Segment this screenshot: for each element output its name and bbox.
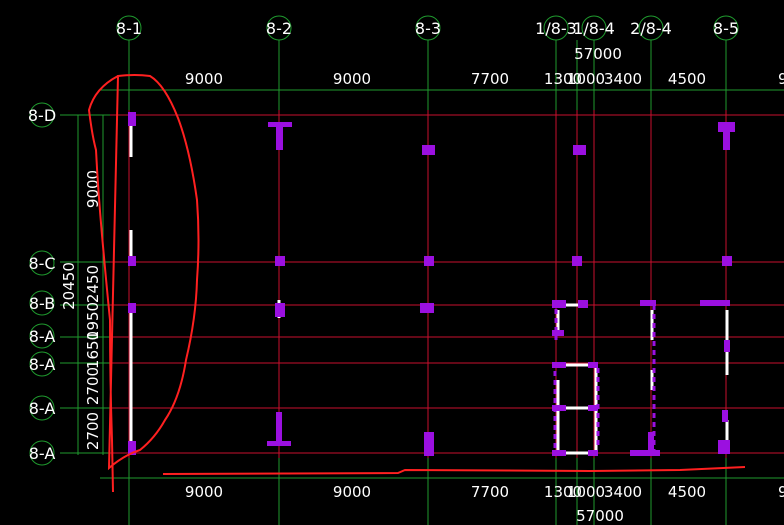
axis-bubble[interactable]: 1/8-3 <box>535 15 577 41</box>
axis-label: 8-2 <box>266 19 292 38</box>
column[interactable] <box>552 300 566 308</box>
column[interactable] <box>276 126 283 150</box>
dimension-value: 3400 <box>604 483 642 501</box>
column[interactable] <box>276 412 282 442</box>
column[interactable] <box>275 303 285 317</box>
dimension-value: 2700 <box>84 412 102 450</box>
dimension-value: 9 <box>778 70 784 88</box>
column[interactable] <box>573 145 586 155</box>
dimension-value: 9000 <box>333 70 371 88</box>
column[interactable] <box>588 450 598 456</box>
column[interactable] <box>578 300 588 308</box>
column[interactable] <box>552 450 566 456</box>
column[interactable] <box>128 303 136 313</box>
dimension-value: 1650 <box>84 331 102 369</box>
dimension-text-top: 57000 9000 9000 7700 1300 1000 3400 4500… <box>185 45 784 88</box>
axis-bubble[interactable]: 8-1 <box>116 15 142 41</box>
axis-label: 8-A <box>29 355 56 374</box>
column[interactable] <box>128 112 136 126</box>
axis-bubble[interactable]: 1/8-4 <box>573 15 615 41</box>
column[interactable] <box>700 300 730 306</box>
axis-label: 8-3 <box>415 19 441 38</box>
column[interactable] <box>718 440 730 454</box>
column[interactable] <box>572 256 582 266</box>
axis-bubble[interactable]: 8-A <box>29 323 56 349</box>
dimension-value: 3400 <box>604 70 642 88</box>
column[interactable] <box>722 410 728 422</box>
walls <box>129 125 729 455</box>
axis-bubble[interactable]: 8-B <box>29 290 55 316</box>
dimension-value: 1000 <box>567 70 605 88</box>
column[interactable] <box>630 450 660 456</box>
column[interactable] <box>552 330 564 336</box>
axis-label: 8-A <box>29 327 56 346</box>
column[interactable] <box>275 256 285 266</box>
dimension-value: 7700 <box>471 483 509 501</box>
axis-grid-lines <box>110 110 784 458</box>
dimension-total-top: 57000 <box>574 45 622 63</box>
dimension-total-bottom: 57000 <box>576 507 624 525</box>
axis-bubble[interactable]: 8-A <box>29 440 56 466</box>
dimension-value: 2700 <box>84 367 102 405</box>
dimension-value: 9 <box>778 483 784 501</box>
axis-label: 8-5 <box>713 19 739 38</box>
axis-label: 8-A <box>29 399 56 418</box>
axis-label: 8-B <box>29 294 55 313</box>
column[interactable] <box>552 405 566 411</box>
column[interactable] <box>267 441 291 446</box>
column[interactable] <box>640 300 656 306</box>
dimension-value: 4500 <box>668 483 706 501</box>
dimension-value: 2450 <box>84 265 102 303</box>
axis-bubble[interactable]: 8-A <box>29 395 56 421</box>
axis-bubbles-top: 8-1 8-2 8-3 1/8-3 1/8-4 2/8-4 8-5 <box>116 15 739 41</box>
axis-bubble[interactable]: 8-A <box>29 351 56 377</box>
dimension-text-bottom: 9000 9000 7700 1300 1000 3400 4500 9 570… <box>185 483 784 525</box>
column[interactable] <box>588 362 598 368</box>
markup-annotations <box>87 74 746 493</box>
axis-label: 8-C <box>28 254 55 273</box>
dimension-value: 9000 <box>333 483 371 501</box>
axis-bubbles-left: 8-D 8-C 8-B 8-A 8-A 8-A 8-A <box>28 102 56 466</box>
axis-bubble[interactable]: 8-2 <box>266 15 292 41</box>
column[interactable] <box>648 432 654 452</box>
axis-label: 8-A <box>29 444 56 463</box>
axis-bubble[interactable]: 8-5 <box>713 15 739 41</box>
axis-label: 8-D <box>28 106 56 125</box>
axis-bubble[interactable]: 2/8-4 <box>630 15 672 41</box>
axis-label: 8-1 <box>116 19 142 38</box>
dimension-value: 7700 <box>471 70 509 88</box>
column[interactable] <box>420 303 434 313</box>
column[interactable] <box>422 145 435 155</box>
cad-drawing-canvas[interactable]: 8-1 8-2 8-3 1/8-3 1/8-4 2/8-4 8-5 8-D 8-… <box>0 0 784 525</box>
dimension-total-left: 20450 <box>60 262 78 310</box>
column[interactable] <box>723 130 730 150</box>
dimension-value: 1000 <box>567 483 605 501</box>
axis-label: 1/8-3 <box>535 19 577 38</box>
column[interactable] <box>724 340 730 352</box>
dimension-value: 9000 <box>185 70 223 88</box>
axis-bubble[interactable]: 8-3 <box>415 15 441 41</box>
column[interactable] <box>424 256 434 266</box>
axis-label: 1/8-4 <box>573 19 615 38</box>
axis-label: 2/8-4 <box>630 19 672 38</box>
dimension-lines <box>60 40 784 525</box>
axis-bubble[interactable]: 8-C <box>28 250 56 276</box>
dimension-value: 9000 <box>185 483 223 501</box>
column[interactable] <box>128 256 136 266</box>
axis-bubble[interactable]: 8-D <box>28 102 56 128</box>
dimension-value: 4500 <box>668 70 706 88</box>
column[interactable] <box>588 405 598 411</box>
column[interactable] <box>552 362 566 368</box>
column[interactable] <box>722 256 732 266</box>
column[interactable] <box>424 432 434 456</box>
columns <box>128 112 735 456</box>
